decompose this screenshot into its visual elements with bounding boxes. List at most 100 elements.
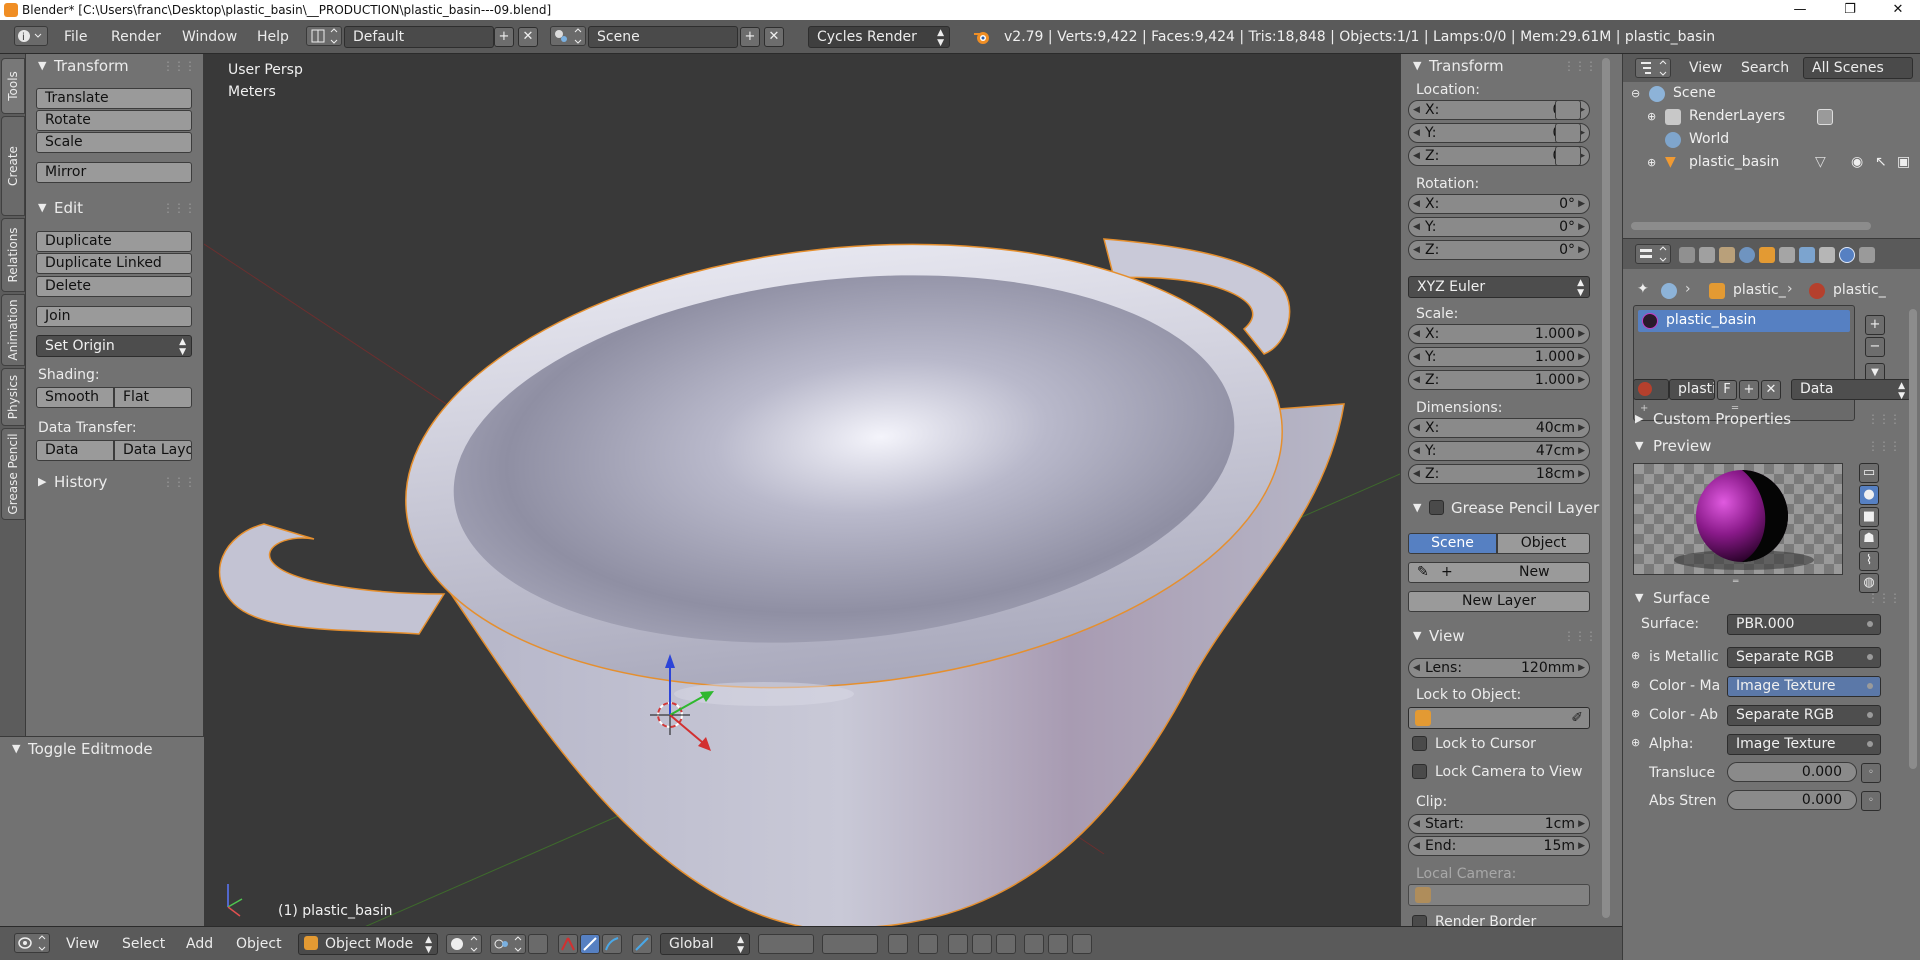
pivot-point-select[interactable] (490, 934, 526, 954)
grease-pencil-layer-header[interactable]: ▼ Grease Pencil Layer (1401, 496, 1622, 520)
drag-grip-icon[interactable]: ⋮⋮⋮ (162, 196, 196, 220)
basin-handle-left[interactable] (218, 523, 446, 635)
transform-orientation-select[interactable]: Global ▲ ▼ (660, 933, 750, 955)
drag-grip-icon[interactable]: ⋮⋮⋮ (1563, 54, 1597, 78)
render-engine-select[interactable]: Cycles Render ▲ ▼ (808, 26, 950, 48)
arrow-right-icon[interactable]: ▶ (1578, 348, 1585, 366)
arrow-left-icon[interactable]: ◀ (1413, 837, 1420, 855)
outliner-view-menu[interactable]: View (1689, 60, 1722, 76)
menu-view[interactable]: View (66, 936, 99, 952)
arrow-right-icon[interactable]: ▶ (1578, 815, 1585, 833)
arrow-right-icon[interactable]: ▶ (1578, 195, 1585, 213)
data-transfer-button[interactable]: Data (36, 440, 114, 461)
arrow-left-icon[interactable]: ◀ (1413, 124, 1420, 142)
input-link-alpha[interactable]: Image Texture (1727, 734, 1881, 755)
history-panel-header[interactable]: ▶ History ⋮⋮⋮ (26, 470, 203, 494)
scale-x-field[interactable]: ◀ X: 1.000 ▶ (1408, 324, 1590, 344)
tab-create[interactable]: Create (1, 116, 25, 216)
arrow-right-icon[interactable]: ▶ (1578, 465, 1585, 483)
translucent-slider[interactable]: 0.000 (1727, 762, 1857, 782)
remove-material-slot-button[interactable]: − (1865, 337, 1885, 357)
arrow-left-icon[interactable]: ◀ (1413, 659, 1420, 677)
arrow-left-icon[interactable]: ◀ (1413, 101, 1420, 119)
drag-grip-icon[interactable]: ⋮⋮⋮ (1563, 624, 1597, 648)
preview-plane-icon[interactable]: ▭ (1859, 463, 1879, 483)
new-layer-button[interactable]: New Layer (1408, 591, 1590, 612)
local-camera-field[interactable] (1408, 884, 1590, 906)
menu-object[interactable]: Object (236, 936, 282, 952)
drag-grip-icon[interactable]: ⋮⋮⋮ (162, 470, 196, 494)
screen-layout-field[interactable]: Default (344, 26, 494, 48)
properties-scrollbar[interactable] (1909, 309, 1917, 769)
render-layers-toggle-icon[interactable] (1817, 109, 1833, 125)
rotation-mode-select[interactable]: XYZ Euler ▲ ▼ (1408, 276, 1590, 298)
expand-input-icon[interactable]: ⊕ (1631, 707, 1640, 720)
clip-start-field[interactable]: ◀ Start: 1cm ▶ (1408, 814, 1590, 834)
collapse-icon[interactable]: ⊖ (1631, 82, 1640, 105)
input-link-color-ab[interactable]: Separate RGB (1727, 705, 1881, 726)
3d-viewport[interactable]: User Persp Meters (1) plastic_basin (204, 54, 1400, 926)
add-material-slot-button[interactable]: + (1865, 315, 1885, 335)
rotation-y-field[interactable]: ◀ Y: 0° ▶ (1408, 217, 1590, 237)
render-tab-icon[interactable] (1679, 247, 1695, 263)
rotation-x-field[interactable]: ◀ X: 0° ▶ (1408, 194, 1590, 214)
arrow-left-icon[interactable]: ◀ (1413, 195, 1420, 213)
snap-target-icon[interactable] (996, 934, 1016, 954)
scene-tab-icon[interactable] (1719, 247, 1735, 263)
new-material-button[interactable]: + (1739, 380, 1759, 400)
expand-icon[interactable]: ⊕ (1647, 151, 1656, 174)
toggle-editmode-header[interactable]: ▼ Toggle Editmode (0, 737, 204, 761)
edit-panel-header[interactable]: ▼ Edit ⋮⋮⋮ (26, 196, 203, 220)
renderable-camera-icon[interactable]: ▣ (1897, 151, 1910, 174)
preview-hair-icon[interactable]: ⌇ (1859, 551, 1879, 571)
material-slot-row[interactable]: plastic_basin (1638, 310, 1850, 332)
outliner-h-scrollbar[interactable] (1631, 222, 1871, 230)
close-window-button[interactable]: ✕ (1878, 0, 1918, 20)
menu-select[interactable]: Select (122, 936, 165, 952)
rotation-z-field[interactable]: ◀ Z: 0° ▶ (1408, 240, 1590, 260)
arrow-right-icon[interactable]: ▶ (1578, 325, 1585, 343)
input-link-color-ma[interactable]: Image Texture (1727, 676, 1881, 697)
npanel-scrollbar[interactable] (1602, 58, 1610, 918)
menu-window[interactable]: Window (182, 29, 237, 45)
arrow-left-icon[interactable]: ◀ (1413, 218, 1420, 236)
preview-cube-icon[interactable]: ■ (1859, 507, 1879, 527)
remove-screen-button[interactable]: ✕ (518, 27, 538, 47)
abs-strength-slider[interactable]: 0.000 (1727, 790, 1857, 810)
grease-scene-button[interactable]: Scene (1408, 533, 1497, 554)
new-grease-data-button[interactable]: ✎ + New (1408, 562, 1590, 583)
scene-layers-2-icon[interactable] (822, 934, 878, 954)
rotate-button[interactable]: Rotate (36, 110, 192, 131)
arrow-right-icon[interactable]: ▶ (1578, 218, 1585, 236)
modifiers-tab-icon[interactable] (1799, 247, 1815, 263)
opengl-render-animation-icon[interactable] (1048, 934, 1068, 954)
lock-camera-checkbox[interactable] (1412, 764, 1427, 779)
grease-object-button[interactable]: Object (1497, 533, 1590, 554)
lock-icon[interactable] (1555, 100, 1581, 120)
outliner-editor-type-icon[interactable] (1635, 58, 1671, 78)
outliner-display-filter[interactable]: All Scenes (1803, 57, 1913, 79)
lens-field[interactable]: ◀ Lens: 120mm ▶ (1408, 658, 1590, 678)
arrow-left-icon[interactable]: ◀ (1413, 371, 1420, 389)
lock-to-cursor-checkbox[interactable] (1412, 736, 1427, 751)
delete-button[interactable]: Delete (36, 276, 192, 297)
info-editor-type-icon[interactable]: i (14, 26, 48, 46)
preview-panel-header[interactable]: ▼ Preview ⋮⋮⋮ (1623, 434, 1920, 458)
material-tab-icon[interactable] (1839, 247, 1855, 263)
outliner-row-plastic-basin[interactable]: ⊕ ▼ plastic_basin ▽ ◉ ↖ ▣ (1623, 151, 1920, 174)
duplicate-linked-button[interactable]: Duplicate Linked (36, 253, 192, 274)
tab-physics[interactable]: Physics (1, 368, 25, 426)
data-layout-button[interactable]: Data Layo (114, 440, 192, 461)
translate-button[interactable]: Translate (36, 88, 192, 109)
camera-icon[interactable] (1072, 934, 1092, 954)
duplicate-button[interactable]: Duplicate (36, 231, 192, 252)
arrow-right-icon[interactable]: ▶ (1578, 241, 1585, 259)
input-link-metallic[interactable]: Separate RGB (1727, 647, 1881, 668)
drag-grip-icon[interactable]: ⋮⋮⋮ (1867, 434, 1901, 458)
preview-monkey-icon[interactable]: ☗ (1859, 529, 1879, 549)
transform-panel-header[interactable]: ▼ Transform ⋮⋮⋮ (26, 54, 203, 78)
expand-input-icon[interactable]: ⊕ (1631, 736, 1640, 749)
mesh-data-icon[interactable]: ▽ (1815, 151, 1826, 174)
eyedropper-icon[interactable]: ✐ (1571, 708, 1583, 728)
scale-z-field[interactable]: ◀ Z: 1.000 ▶ (1408, 370, 1590, 390)
